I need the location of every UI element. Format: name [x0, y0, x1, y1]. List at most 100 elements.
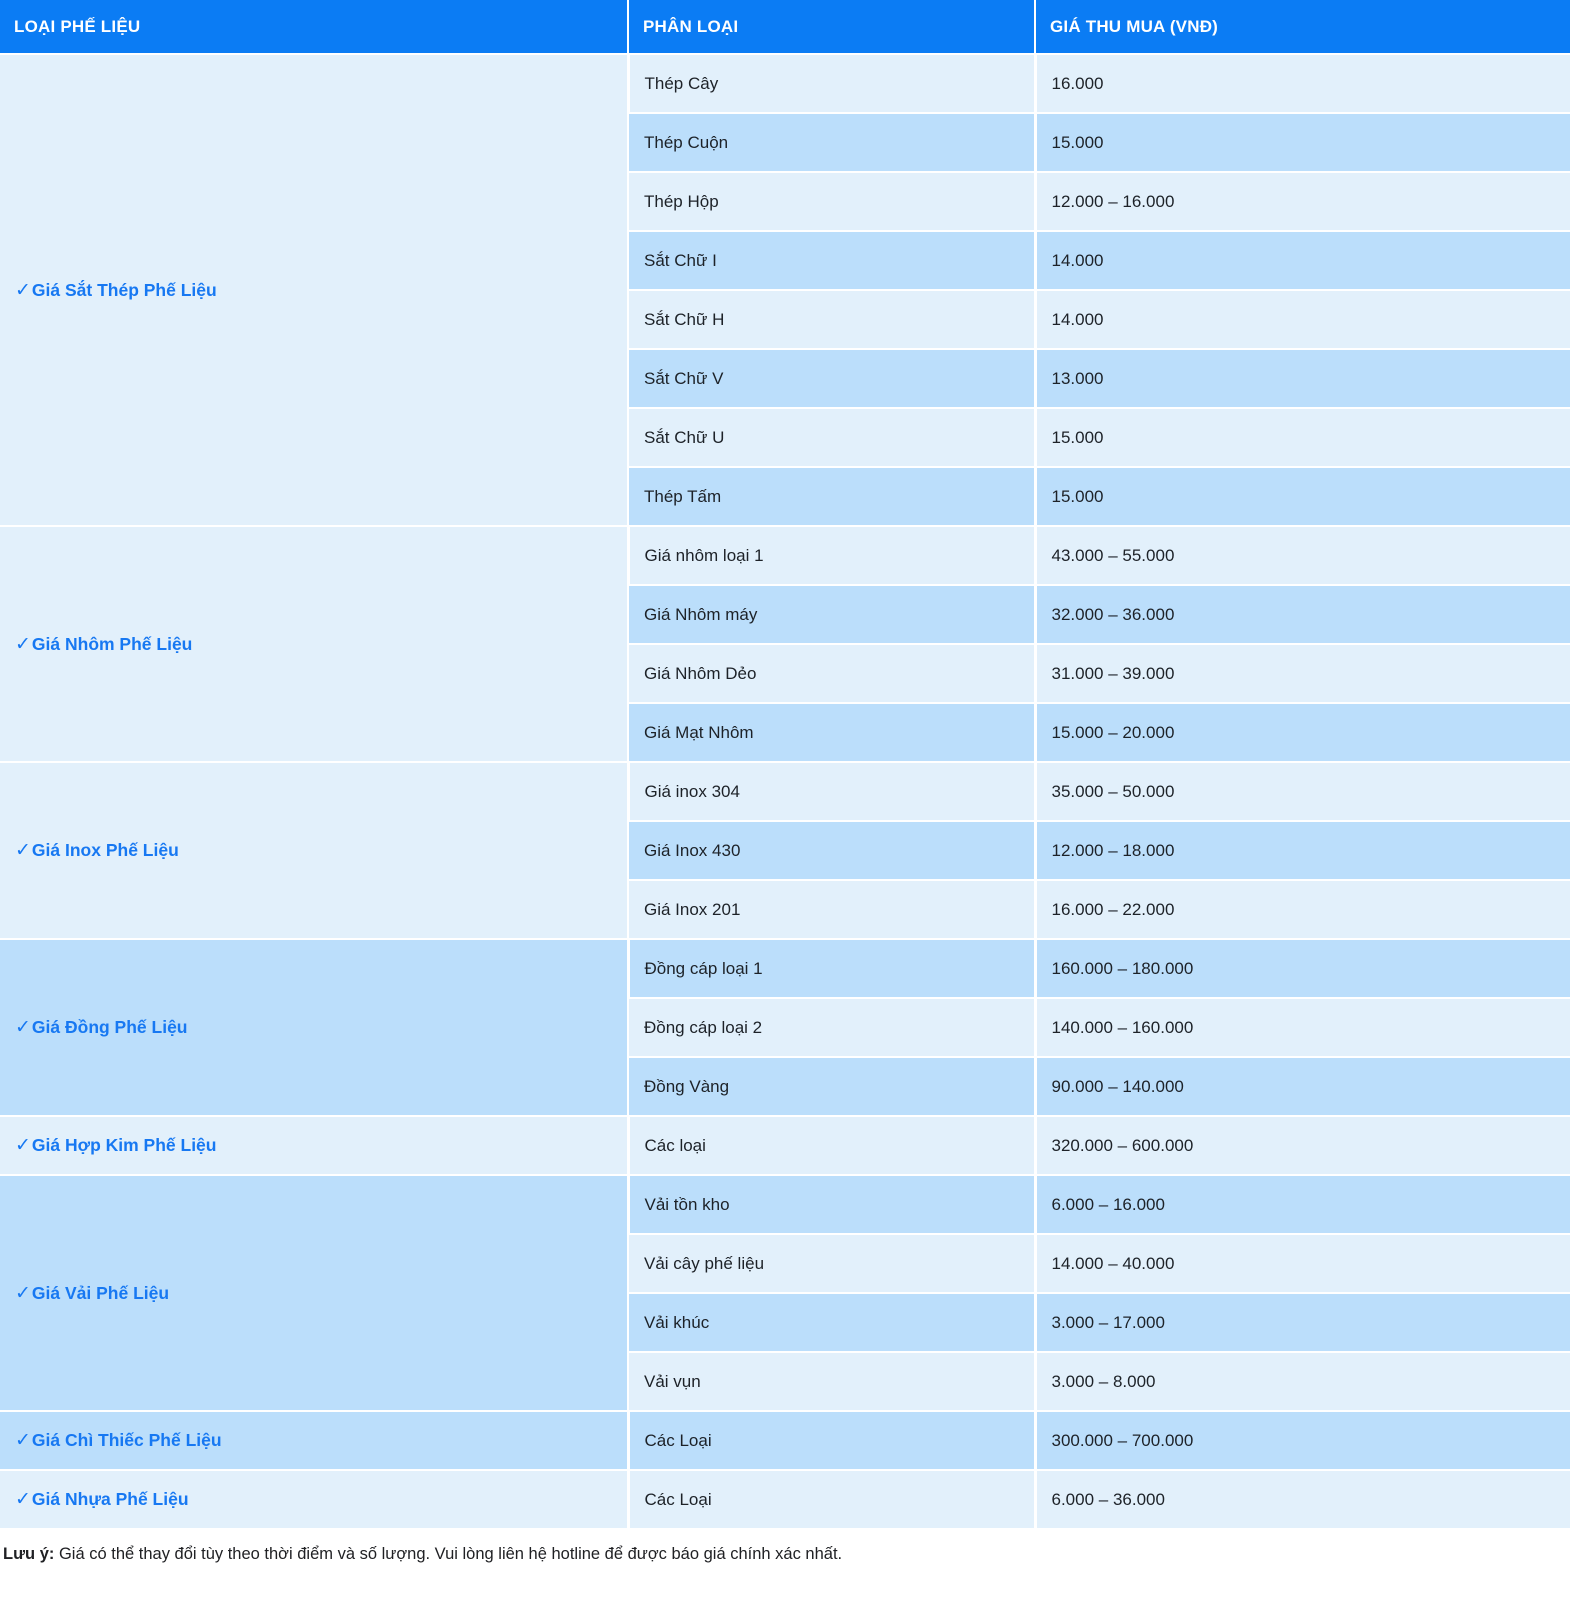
- table-row: ✓Giá Chì Thiếc Phế Liệu Các Loại300.000 –…: [0, 1411, 1570, 1470]
- category-cell: ✓Giá Đồng Phế Liệu: [0, 939, 628, 1116]
- price-cell: 3.000 – 17.000: [1035, 1293, 1570, 1352]
- footer-note-label: Lưu ý:: [3, 1545, 54, 1563]
- subtype-cell: Các Loại: [628, 1470, 1035, 1529]
- price-cell: 35.000 – 50.000: [1035, 762, 1570, 821]
- price-cell: 3.000 – 8.000: [1035, 1352, 1570, 1411]
- price-cell: 32.000 – 36.000: [1035, 585, 1570, 644]
- category-link[interactable]: ✓Giá Hợp Kim Phế Liệu: [15, 1134, 216, 1157]
- subtype-cell: Thép Cây: [628, 54, 1035, 113]
- subtype-cell: Giá Mạt Nhôm: [628, 703, 1035, 762]
- price-cell: 6.000 – 16.000: [1035, 1175, 1570, 1234]
- table-row: ✓Giá Nhựa Phế Liệu Các Loại6.000 – 36.000: [0, 1470, 1570, 1529]
- subtype-cell: Giá Nhôm máy: [628, 585, 1035, 644]
- table-row: ✓Giá Nhôm Phế LiệuGiá nhôm loại 143.000 …: [0, 526, 1570, 585]
- table-row: ✓Giá Inox Phế LiệuGiá inox 30435.000 – 5…: [0, 762, 1570, 821]
- table-row: ✓Giá Đồng Phế LiệuĐồng cáp loại 1160.000…: [0, 939, 1570, 998]
- subtype-cell: Thép Tấm: [628, 467, 1035, 526]
- checkmark-icon: ✓: [15, 1488, 31, 1511]
- header-row: LOẠI PHẾ LIỆU PHÂN LOẠI GIÁ THU MUA (VNĐ…: [0, 0, 1570, 54]
- price-cell: 15.000: [1035, 467, 1570, 526]
- checkmark-icon: ✓: [15, 633, 31, 656]
- category-label: Giá Nhôm Phế Liệu: [32, 634, 192, 655]
- subtype-cell: Giá Inox 201: [628, 880, 1035, 939]
- category-label: Giá Sắt Thép Phế Liệu: [32, 280, 217, 301]
- subtype-cell: Đồng cáp loại 1: [628, 939, 1035, 998]
- checkmark-icon: ✓: [15, 1282, 31, 1305]
- price-cell: 43.000 – 55.000: [1035, 526, 1570, 585]
- subtype-cell: Các loại: [628, 1116, 1035, 1175]
- category-cell: ✓Giá Chì Thiếc Phế Liệu: [0, 1411, 628, 1470]
- subtype-cell: Thép Hộp: [628, 172, 1035, 231]
- subtype-cell: Giá Nhôm Dẻo: [628, 644, 1035, 703]
- price-cell: 15.000: [1035, 113, 1570, 172]
- header-loai-phe-lieu: LOẠI PHẾ LIỆU: [0, 0, 628, 54]
- price-cell: 300.000 – 700.000: [1035, 1411, 1570, 1470]
- subtype-cell: Vải tồn kho: [628, 1175, 1035, 1234]
- subtype-cell: Vải khúc: [628, 1293, 1035, 1352]
- subtype-cell: Sắt Chữ I: [628, 231, 1035, 290]
- category-cell: ✓Giá Nhựa Phế Liệu: [0, 1470, 628, 1529]
- price-cell: 15.000 – 20.000: [1035, 703, 1570, 762]
- category-label: Giá Đồng Phế Liệu: [32, 1017, 188, 1038]
- checkmark-icon: ✓: [15, 1016, 31, 1039]
- subtype-cell: Sắt Chữ U: [628, 408, 1035, 467]
- price-cell: 31.000 – 39.000: [1035, 644, 1570, 703]
- category-link[interactable]: ✓Giá Đồng Phế Liệu: [15, 1016, 188, 1039]
- category-label: Giá Inox Phế Liệu: [32, 840, 179, 861]
- header-gia-thu-mua: GIÁ THU MUA (VNĐ): [1035, 0, 1570, 54]
- price-cell: 320.000 – 600.000: [1035, 1116, 1570, 1175]
- subtype-cell: Đồng Vàng: [628, 1057, 1035, 1116]
- category-cell: ✓Giá Sắt Thép Phế Liệu: [0, 54, 628, 526]
- subtype-cell: Đồng cáp loại 2: [628, 998, 1035, 1057]
- subtype-cell: Thép Cuộn: [628, 113, 1035, 172]
- subtype-cell: Sắt Chữ V: [628, 349, 1035, 408]
- price-cell: 90.000 – 140.000: [1035, 1057, 1570, 1116]
- category-link[interactable]: ✓Giá Nhôm Phế Liệu: [15, 633, 192, 656]
- subtype-cell: Sắt Chữ H: [628, 290, 1035, 349]
- category-cell: ✓Giá Hợp Kim Phế Liệu: [0, 1116, 628, 1175]
- subtype-cell: Giá inox 304: [628, 762, 1035, 821]
- price-table-body: ✓Giá Sắt Thép Phế LiệuThép Cây16.000Thép…: [0, 54, 1570, 1529]
- checkmark-icon: ✓: [15, 1429, 31, 1452]
- scrap-price-table: LOẠI PHẾ LIỆU PHÂN LOẠI GIÁ THU MUA (VNĐ…: [0, 0, 1570, 1530]
- subtype-cell: Vải cây phế liệu: [628, 1234, 1035, 1293]
- checkmark-icon: ✓: [15, 279, 31, 302]
- table-row: ✓Giá Hợp Kim Phế Liệu Các loại320.000 – 6…: [0, 1116, 1570, 1175]
- price-cell: 14.000 – 40.000: [1035, 1234, 1570, 1293]
- subtype-cell: Vải vụn: [628, 1352, 1035, 1411]
- price-cell: 15.000: [1035, 408, 1570, 467]
- subtype-cell: Giá Inox 430: [628, 821, 1035, 880]
- category-label: Giá Nhựa Phế Liệu: [32, 1489, 189, 1510]
- price-cell: 14.000: [1035, 231, 1570, 290]
- price-cell: 14.000: [1035, 290, 1570, 349]
- category-label: Giá Vải Phế Liệu: [32, 1283, 169, 1304]
- scrap-price-page: LOẠI PHẾ LIỆU PHÂN LOẠI GIÁ THU MUA (VNĐ…: [0, 0, 1570, 1578]
- price-cell: 12.000 – 18.000: [1035, 821, 1570, 880]
- category-link[interactable]: ✓Giá Vải Phế Liệu: [15, 1282, 169, 1305]
- subtype-cell: Giá nhôm loại 1: [628, 526, 1035, 585]
- checkmark-icon: ✓: [15, 1134, 31, 1157]
- price-cell: 140.000 – 160.000: [1035, 998, 1570, 1057]
- price-cell: 12.000 – 16.000: [1035, 172, 1570, 231]
- subtype-cell: Các Loại: [628, 1411, 1035, 1470]
- category-link[interactable]: ✓Giá Inox Phế Liệu: [15, 839, 179, 862]
- price-cell: 16.000: [1035, 54, 1570, 113]
- header-phan-loai: PHÂN LOẠI: [628, 0, 1035, 54]
- category-link[interactable]: ✓Giá Chì Thiếc Phế Liệu: [15, 1429, 222, 1452]
- checkmark-icon: ✓: [15, 839, 31, 862]
- footer-note-text: Giá có thể thay đổi tùy theo thời điểm v…: [54, 1545, 842, 1563]
- category-cell: ✓Giá Nhôm Phế Liệu: [0, 526, 628, 762]
- price-cell: 16.000 – 22.000: [1035, 880, 1570, 939]
- price-cell: 160.000 – 180.000: [1035, 939, 1570, 998]
- category-label: Giá Hợp Kim Phế Liệu: [32, 1135, 217, 1156]
- category-cell: ✓Giá Vải Phế Liệu: [0, 1175, 628, 1411]
- category-label: Giá Chì Thiếc Phế Liệu: [32, 1430, 222, 1451]
- price-cell: 13.000: [1035, 349, 1570, 408]
- category-link[interactable]: ✓Giá Nhựa Phế Liệu: [15, 1488, 189, 1511]
- footer-note: Lưu ý: Giá có thể thay đổi tùy theo thời…: [3, 1545, 1570, 1578]
- table-row: ✓Giá Vải Phế LiệuVải tồn kho6.000 – 16.0…: [0, 1175, 1570, 1234]
- category-cell: ✓Giá Inox Phế Liệu: [0, 762, 628, 939]
- category-link[interactable]: ✓Giá Sắt Thép Phế Liệu: [15, 279, 217, 302]
- price-cell: 6.000 – 36.000: [1035, 1470, 1570, 1529]
- table-row: ✓Giá Sắt Thép Phế LiệuThép Cây16.000: [0, 54, 1570, 113]
